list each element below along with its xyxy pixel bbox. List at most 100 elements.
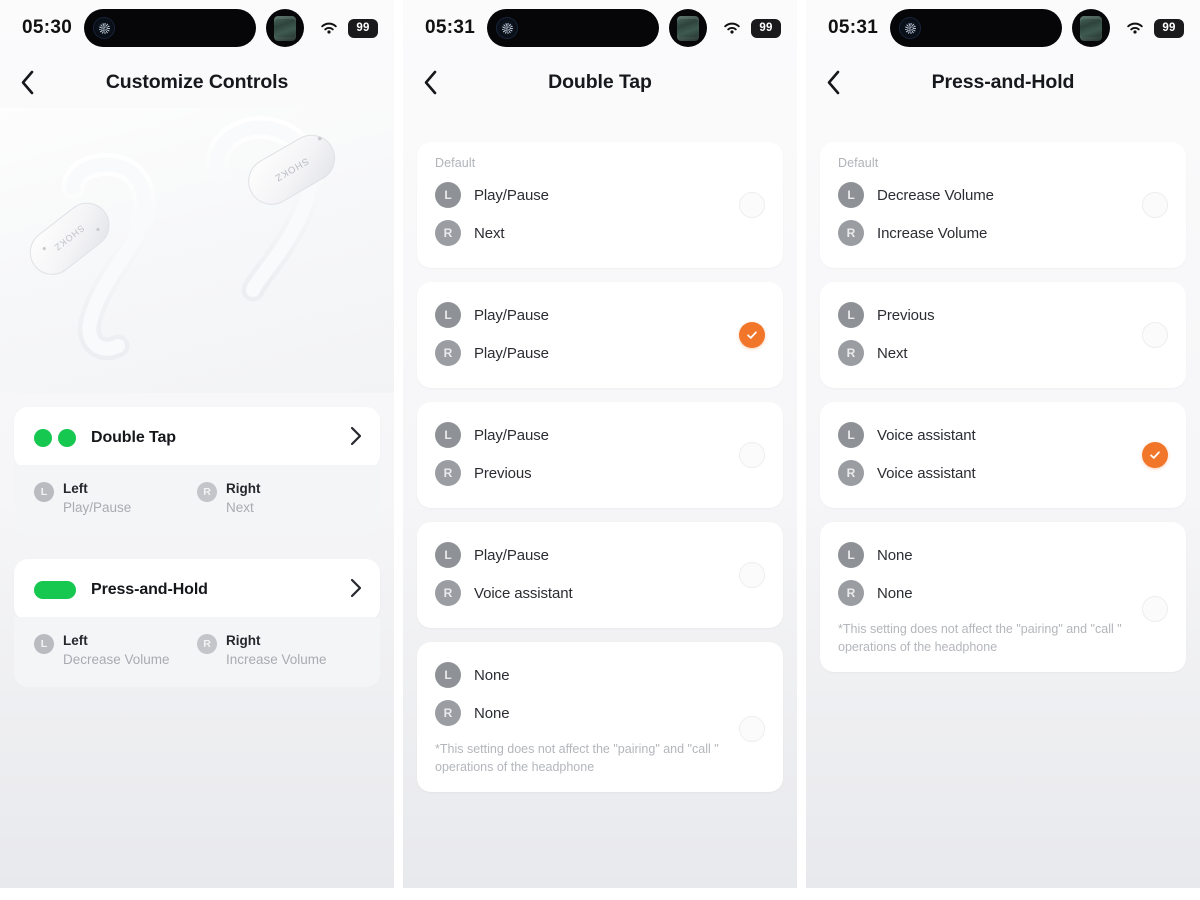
wifi-icon	[724, 22, 740, 34]
setting-label: Double Tap	[91, 429, 176, 446]
settings-note: *This setting does not affect the "pairi…	[838, 622, 1122, 654]
panel-gap	[394, 0, 403, 900]
right-badge-icon: R	[838, 220, 864, 246]
right-badge-icon: R	[435, 220, 461, 246]
assignment-left: L Left Decrease Volume	[34, 633, 197, 669]
option-card[interactable]: L Previous R Next	[820, 282, 1186, 388]
nav-bar: Double Tap	[403, 56, 797, 108]
right-badge-icon: R	[838, 460, 864, 486]
three-panel-screenshot: 05:30 99 Customize Controls SHOKZ SHOKZ …	[0, 0, 1200, 900]
back-button[interactable]	[826, 65, 856, 99]
option-right-value: Next	[877, 344, 908, 362]
option-card[interactable]: L None R None *This setting does not aff…	[820, 522, 1186, 672]
option-left-value: Play/Pause	[474, 186, 549, 204]
option-radio[interactable]	[1142, 596, 1168, 622]
option-radio[interactable]	[1142, 192, 1168, 218]
status-time: 05:31	[828, 17, 879, 38]
status-time: 05:31	[425, 17, 476, 38]
option-left-value: Play/Pause	[474, 426, 549, 444]
setting-row-press-and-hold[interactable]: Press-and-Hold	[14, 559, 380, 621]
settings-note: *This setting does not affect the "pairi…	[435, 742, 719, 774]
option-right-value: Next	[474, 224, 505, 242]
status-indicators: 99	[319, 18, 378, 38]
assignment-side-label: Left	[63, 481, 88, 496]
status-bar: 05:30 99	[0, 0, 394, 56]
page-title: Double Tap	[548, 70, 652, 93]
option-radio[interactable]	[739, 716, 765, 742]
panel-customize-controls: 05:30 99 Customize Controls SHOKZ SHOKZ …	[0, 0, 394, 888]
wifi-icon	[1127, 22, 1143, 34]
status-bar: 05:31 99	[403, 0, 797, 56]
option-left-row: L Previous	[838, 296, 1168, 334]
option-radio-selected[interactable]	[739, 322, 765, 348]
option-right-value: Previous	[474, 464, 532, 482]
option-left-row: L Play/Pause	[435, 176, 765, 214]
option-card[interactable]: L Play/Pause R Play/Pause	[417, 282, 783, 388]
setting-label: Press-and-Hold	[91, 581, 208, 598]
option-card[interactable]: Default L Decrease Volume R Increase Vol…	[820, 142, 1186, 268]
option-right-row: R Voice assistant	[838, 454, 1168, 492]
option-list: Default L Play/Pause R Next L Play/Pause…	[403, 108, 797, 792]
option-right-row: R None	[435, 694, 765, 732]
option-radio[interactable]	[739, 562, 765, 588]
option-card[interactable]: L Voice assistant R Voice assistant	[820, 402, 1186, 508]
setting-row-double-tap[interactable]: Double Tap	[14, 407, 380, 469]
chevron-right-icon	[350, 426, 362, 451]
panel-press-and-hold: 05:31 99 Press-and-Hold Default L Decrea…	[806, 0, 1200, 888]
left-badge-icon: L	[838, 182, 864, 208]
assignment-side-label: Left	[63, 633, 88, 648]
page-title: Press-and-Hold	[931, 70, 1075, 93]
panel-gap	[797, 0, 806, 900]
assignment-right: R Right Increase Volume	[197, 633, 360, 669]
option-radio[interactable]	[739, 192, 765, 218]
option-card[interactable]: Default L Play/Pause R Next	[417, 142, 783, 268]
panel-double-tap: 05:31 99 Double Tap Default L Play/Pause…	[403, 0, 797, 888]
option-right-value: Voice assistant	[474, 584, 573, 602]
option-right-value: None	[877, 584, 913, 602]
option-right-value: Voice assistant	[877, 464, 976, 482]
option-list: Default L Decrease Volume R Increase Vol…	[806, 108, 1200, 672]
option-left-row: L Play/Pause	[435, 296, 765, 334]
option-left-value: Play/Pause	[474, 546, 549, 564]
option-left-row: L Play/Pause	[435, 536, 765, 574]
section-divider	[0, 539, 394, 559]
camera-lens-icon	[677, 15, 700, 41]
option-left-row: L Voice assistant	[838, 416, 1168, 454]
back-button[interactable]	[20, 65, 50, 99]
assignment-left: L Left Play/Pause	[34, 481, 197, 517]
option-right-row: R Voice assistant	[435, 574, 765, 612]
check-icon	[1150, 451, 1160, 459]
battery-indicator: 99	[1154, 18, 1184, 38]
option-left-value: Play/Pause	[474, 306, 549, 324]
option-right-value: None	[474, 704, 510, 722]
right-badge-icon: R	[197, 634, 217, 654]
left-badge-icon: L	[435, 182, 461, 208]
option-radio[interactable]	[739, 442, 765, 468]
option-left-row: L None	[435, 656, 765, 694]
battery-indicator: 99	[751, 18, 781, 38]
option-left-value: Previous	[877, 306, 935, 324]
status-time: 05:30	[22, 17, 73, 38]
option-card[interactable]: L Play/Pause R Previous	[417, 402, 783, 508]
right-badge-icon: R	[435, 700, 461, 726]
option-card[interactable]: L None R None *This setting does not aff…	[417, 642, 783, 792]
option-radio-selected[interactable]	[1142, 442, 1168, 468]
right-badge-icon: R	[838, 340, 864, 366]
nav-bar: Press-and-Hold	[806, 56, 1200, 108]
dynamic-island	[84, 9, 257, 47]
right-badge-icon: R	[838, 580, 864, 606]
settings-list: Double Tap L Left Play/Pause R Right Nex…	[0, 407, 394, 691]
back-chevron-icon	[424, 70, 437, 94]
option-left-row: L Play/Pause	[435, 416, 765, 454]
option-right-value: Increase Volume	[877, 224, 988, 242]
island-activity-icon	[496, 17, 519, 39]
chevron-right-icon	[350, 578, 362, 603]
press-and-hold-assignments: L Left Decrease Volume R Right Increase …	[14, 617, 380, 687]
back-button[interactable]	[423, 65, 453, 99]
option-radio[interactable]	[1142, 322, 1168, 348]
camera-cutout	[1072, 9, 1111, 47]
left-badge-icon: L	[34, 482, 54, 502]
status-indicators: 99	[1125, 18, 1184, 38]
assignment-value: Next	[226, 500, 254, 515]
option-card[interactable]: L Play/Pause R Voice assistant	[417, 522, 783, 628]
